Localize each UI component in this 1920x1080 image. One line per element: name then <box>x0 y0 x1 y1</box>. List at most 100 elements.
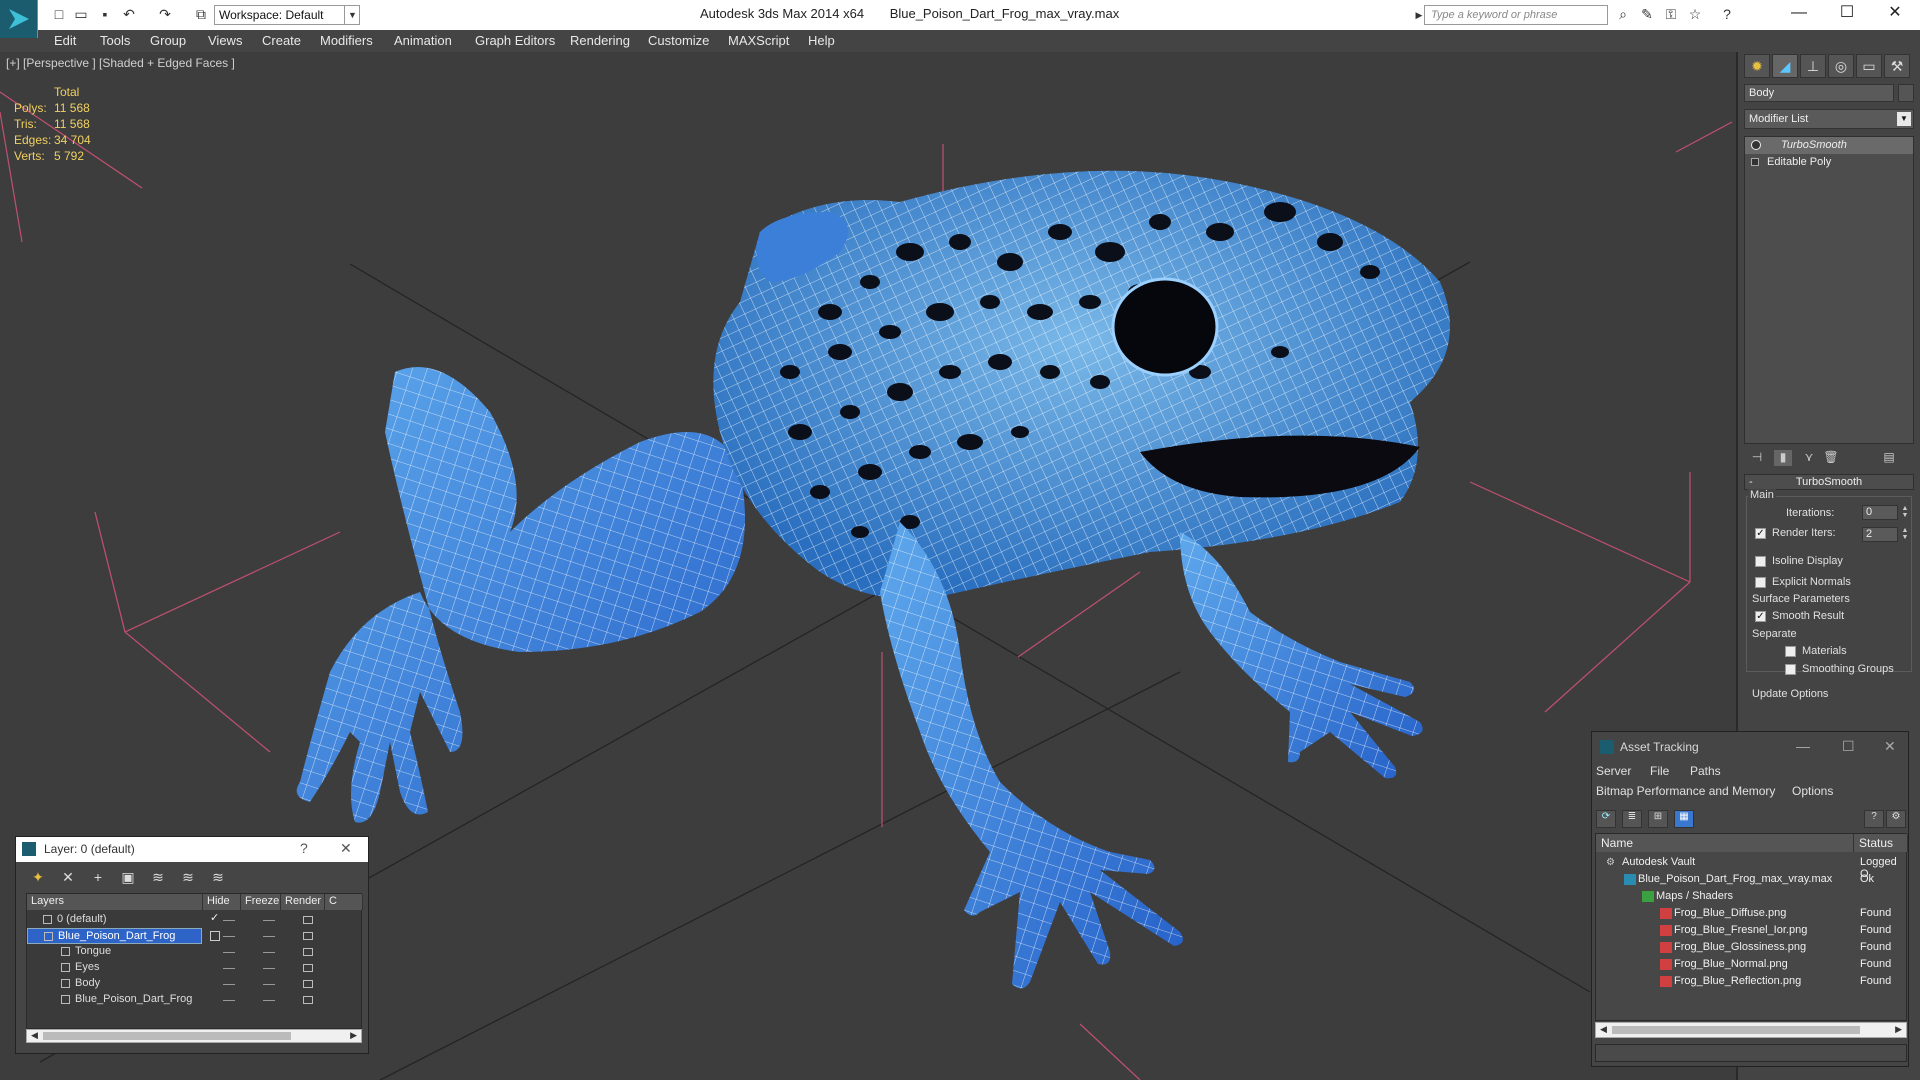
project-folder-icon[interactable]: ⧉ <box>192 5 210 23</box>
menu-help[interactable]: Help <box>808 33 835 48</box>
workspace-dropdown[interactable]: Workspace: Default <box>214 5 360 25</box>
column-header[interactable]: Status <box>1854 834 1908 852</box>
search-input[interactable]: Type a keyword or phrase <box>1424 5 1608 25</box>
delete-layer-icon[interactable]: ✕ <box>58 869 78 887</box>
new-layer-icon[interactable]: ✦ <box>28 869 48 887</box>
search-expand-icon[interactable]: ▶ <box>1414 6 1424 24</box>
help-icon[interactable]: ? <box>1718 5 1736 23</box>
chevron-down-icon[interactable]: ▼ <box>344 5 360 25</box>
create-tab-icon[interactable]: ✹ <box>1744 54 1770 78</box>
list-view-icon[interactable]: ≣ <box>1622 810 1642 828</box>
hide-toggle[interactable] <box>223 920 235 921</box>
stack-item-editable-poly[interactable]: Editable Poly <box>1745 154 1913 171</box>
perspective-viewport[interactable]: [+] [Perspective ] [Shaded + Edged Faces… <box>0 52 1738 1080</box>
freeze-toggle[interactable] <box>263 968 275 969</box>
lightbulb-icon[interactable] <box>1751 140 1761 150</box>
asset-row[interactable]: Frog_Blue_Normal.png Found <box>1596 956 1908 973</box>
scroll-right-icon[interactable]: ▶ <box>1895 1024 1902 1035</box>
motion-tab-icon[interactable]: ◎ <box>1828 54 1854 78</box>
hide-toggle[interactable] <box>223 1000 235 1001</box>
asset-row[interactable]: Frog_Blue_Diffuse.png Found <box>1596 905 1908 922</box>
menu-views[interactable]: Views <box>208 33 242 48</box>
hide-toggle[interactable] <box>223 936 235 937</box>
close-icon[interactable]: ✕ <box>1872 0 1918 28</box>
asset-row[interactable]: Frog_Blue_Reflection.png Found <box>1596 973 1908 990</box>
smoothing-groups-checkbox[interactable] <box>1785 664 1796 675</box>
turbosmooth-rollout[interactable]: - TurboSmooth <box>1744 474 1914 490</box>
help-icon[interactable]: ? <box>1864 810 1884 828</box>
close-icon[interactable]: ✕ <box>1884 738 1896 755</box>
object-color-swatch[interactable] <box>1898 84 1914 102</box>
utilities-tab-icon[interactable]: ⚒ <box>1884 54 1910 78</box>
menu-create[interactable]: Create <box>262 33 301 48</box>
add-to-layer-icon[interactable]: + <box>88 869 108 887</box>
asset-row[interactable]: Frog_Blue_Fresnel_Ior.png Found <box>1596 922 1908 939</box>
render-teapot-icon[interactable] <box>303 964 313 972</box>
new-file-icon[interactable]: □ <box>50 5 68 23</box>
menu-bitmap-performance[interactable]: Bitmap Performance and Memory <box>1596 784 1775 798</box>
layer-row[interactable]: Blue_Poison_Dart_Frog <box>27 992 202 1008</box>
asset-dialog-header[interactable]: Asset Tracking — ☐ ✕ <box>1592 732 1908 762</box>
scrollbar-thumb[interactable] <box>43 1032 291 1040</box>
render-teapot-icon[interactable] <box>303 916 313 924</box>
modifier-list-dropdown[interactable]: Modifier List ▼ <box>1744 109 1914 129</box>
communication-icon[interactable]: ✎ <box>1638 5 1656 23</box>
settings-icon[interactable]: ⚙ <box>1886 810 1906 828</box>
asset-row[interactable]: Frog_Blue_Glossiness.png Found <box>1596 939 1908 956</box>
spinner-arrows-icon[interactable]: ▲ ▼ <box>1900 527 1910 542</box>
asset-row[interactable]: Blue_Poison_Dart_Frog_max_vray.max Ok <box>1596 871 1908 888</box>
menu-maxscript[interactable]: MAXScript <box>728 33 789 48</box>
menu-options[interactable]: Options <box>1792 784 1833 798</box>
display-tab-icon[interactable]: ▭ <box>1856 54 1882 78</box>
configure-modifier-sets-icon[interactable]: ▤ <box>1880 450 1898 466</box>
refresh-icon[interactable]: ⟳ <box>1596 810 1616 828</box>
freeze-toggle[interactable] <box>263 952 275 953</box>
freeze-all-icon[interactable]: ≋ <box>208 869 228 887</box>
column-header[interactable]: C <box>325 894 363 910</box>
menu-customize[interactable]: Customize <box>648 33 709 48</box>
horizontal-scrollbar[interactable]: ◀ ▶ <box>26 1029 362 1043</box>
layer-row[interactable]: Tongue <box>27 944 202 960</box>
hide-toggle[interactable] <box>223 984 235 985</box>
layer-row[interactable]: Eyes <box>27 960 202 976</box>
save-icon[interactable]: ▪ <box>96 5 114 23</box>
menu-graph-editors[interactable]: Graph Editors <box>475 33 555 48</box>
binoculars-icon[interactable]: ⌕ <box>1614 5 1632 23</box>
app-logo-icon[interactable] <box>0 0 38 38</box>
pin-stack-icon[interactable]: ⊣ <box>1748 450 1766 466</box>
sign-in-icon[interactable]: ⚿ <box>1662 5 1680 23</box>
hide-all-icon[interactable]: ≋ <box>178 869 198 887</box>
smooth-result-checkbox[interactable]: ✓ <box>1755 611 1766 622</box>
horizontal-scrollbar[interactable]: ◀ ▶ <box>1595 1022 1907 1038</box>
chevron-down-icon[interactable]: ▼ <box>1897 112 1911 126</box>
menu-edit[interactable]: Edit <box>54 33 76 48</box>
isoline-checkbox[interactable] <box>1755 556 1766 567</box>
materials-checkbox[interactable] <box>1785 646 1796 657</box>
help-icon[interactable]: ? <box>300 840 308 856</box>
highlight-layer-icon[interactable]: ≋ <box>148 869 168 887</box>
hide-toggle[interactable] <box>223 952 235 953</box>
close-icon[interactable]: ✕ <box>340 840 352 857</box>
menu-modifiers[interactable]: Modifiers <box>320 33 373 48</box>
hide-toggle[interactable] <box>223 968 235 969</box>
column-header[interactable]: Hide <box>203 894 241 910</box>
maximize-icon[interactable]: ☐ <box>1824 0 1870 28</box>
layer-row[interactable]: Blue_Poison_Dart_Frog <box>27 928 202 944</box>
menu-paths[interactable]: Paths <box>1690 764 1721 778</box>
active-layer-check-icon[interactable]: ✓ <box>210 911 219 924</box>
viewport-label[interactable]: [+] [Perspective ] [Shaded + Edged Faces… <box>6 56 235 70</box>
freeze-toggle[interactable] <box>263 936 275 937</box>
tree-view-icon[interactable]: ⊞ <box>1648 810 1668 828</box>
table-view-icon[interactable]: ▦ <box>1674 810 1694 828</box>
render-iters-checkbox[interactable]: ✓ <box>1755 528 1766 539</box>
column-header[interactable]: Layers <box>27 894 203 910</box>
menu-animation[interactable]: Animation <box>394 33 452 48</box>
hierarchy-tab-icon[interactable]: ⊥ <box>1800 54 1826 78</box>
freeze-toggle[interactable] <box>263 984 275 985</box>
minimize-icon[interactable]: — <box>1796 738 1810 754</box>
redo-icon[interactable]: ↷ <box>156 5 174 23</box>
object-name-field[interactable]: Body <box>1744 84 1894 102</box>
menu-rendering[interactable]: Rendering <box>570 33 630 48</box>
layer-row[interactable]: Body <box>27 976 202 992</box>
explicit-normals-checkbox[interactable] <box>1755 577 1766 588</box>
